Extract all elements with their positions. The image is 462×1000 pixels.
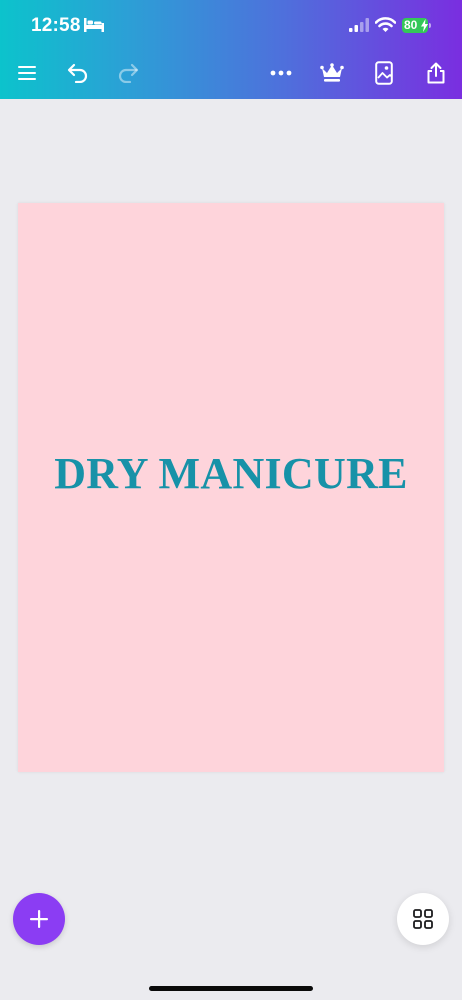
redo-button[interactable] xyxy=(113,58,143,88)
share-icon xyxy=(427,62,445,84)
plus-icon xyxy=(30,910,48,928)
undo-button[interactable] xyxy=(63,58,93,88)
grid-icon xyxy=(413,909,433,929)
more-button[interactable] xyxy=(266,58,296,88)
redo-icon xyxy=(118,63,139,83)
resize-icon xyxy=(375,61,393,85)
design-canvas[interactable]: DRY MANICURE xyxy=(18,203,444,772)
menu-button[interactable] xyxy=(12,58,42,88)
status-time: 12:58 xyxy=(31,15,81,36)
more-icon xyxy=(270,70,292,76)
pages-grid-button[interactable] xyxy=(397,893,449,945)
battery-level: 80 xyxy=(404,18,418,32)
wifi-icon xyxy=(375,17,396,32)
add-element-button[interactable] xyxy=(13,893,65,945)
cellular-signal-icon xyxy=(349,18,369,32)
home-indicator[interactable] xyxy=(149,986,313,991)
premium-button[interactable] xyxy=(317,58,347,88)
crown-icon xyxy=(320,63,344,82)
design-title-text[interactable]: DRY MANICURE xyxy=(18,448,444,499)
undo-icon xyxy=(67,63,88,83)
charging-bolt-icon xyxy=(421,19,428,32)
menu-icon xyxy=(18,66,36,80)
bed-icon xyxy=(84,18,104,32)
battery-cap xyxy=(429,23,431,28)
resize-button[interactable] xyxy=(369,58,399,88)
top-toolbar: 12:58 80 xyxy=(0,0,462,99)
share-button[interactable] xyxy=(421,58,451,88)
